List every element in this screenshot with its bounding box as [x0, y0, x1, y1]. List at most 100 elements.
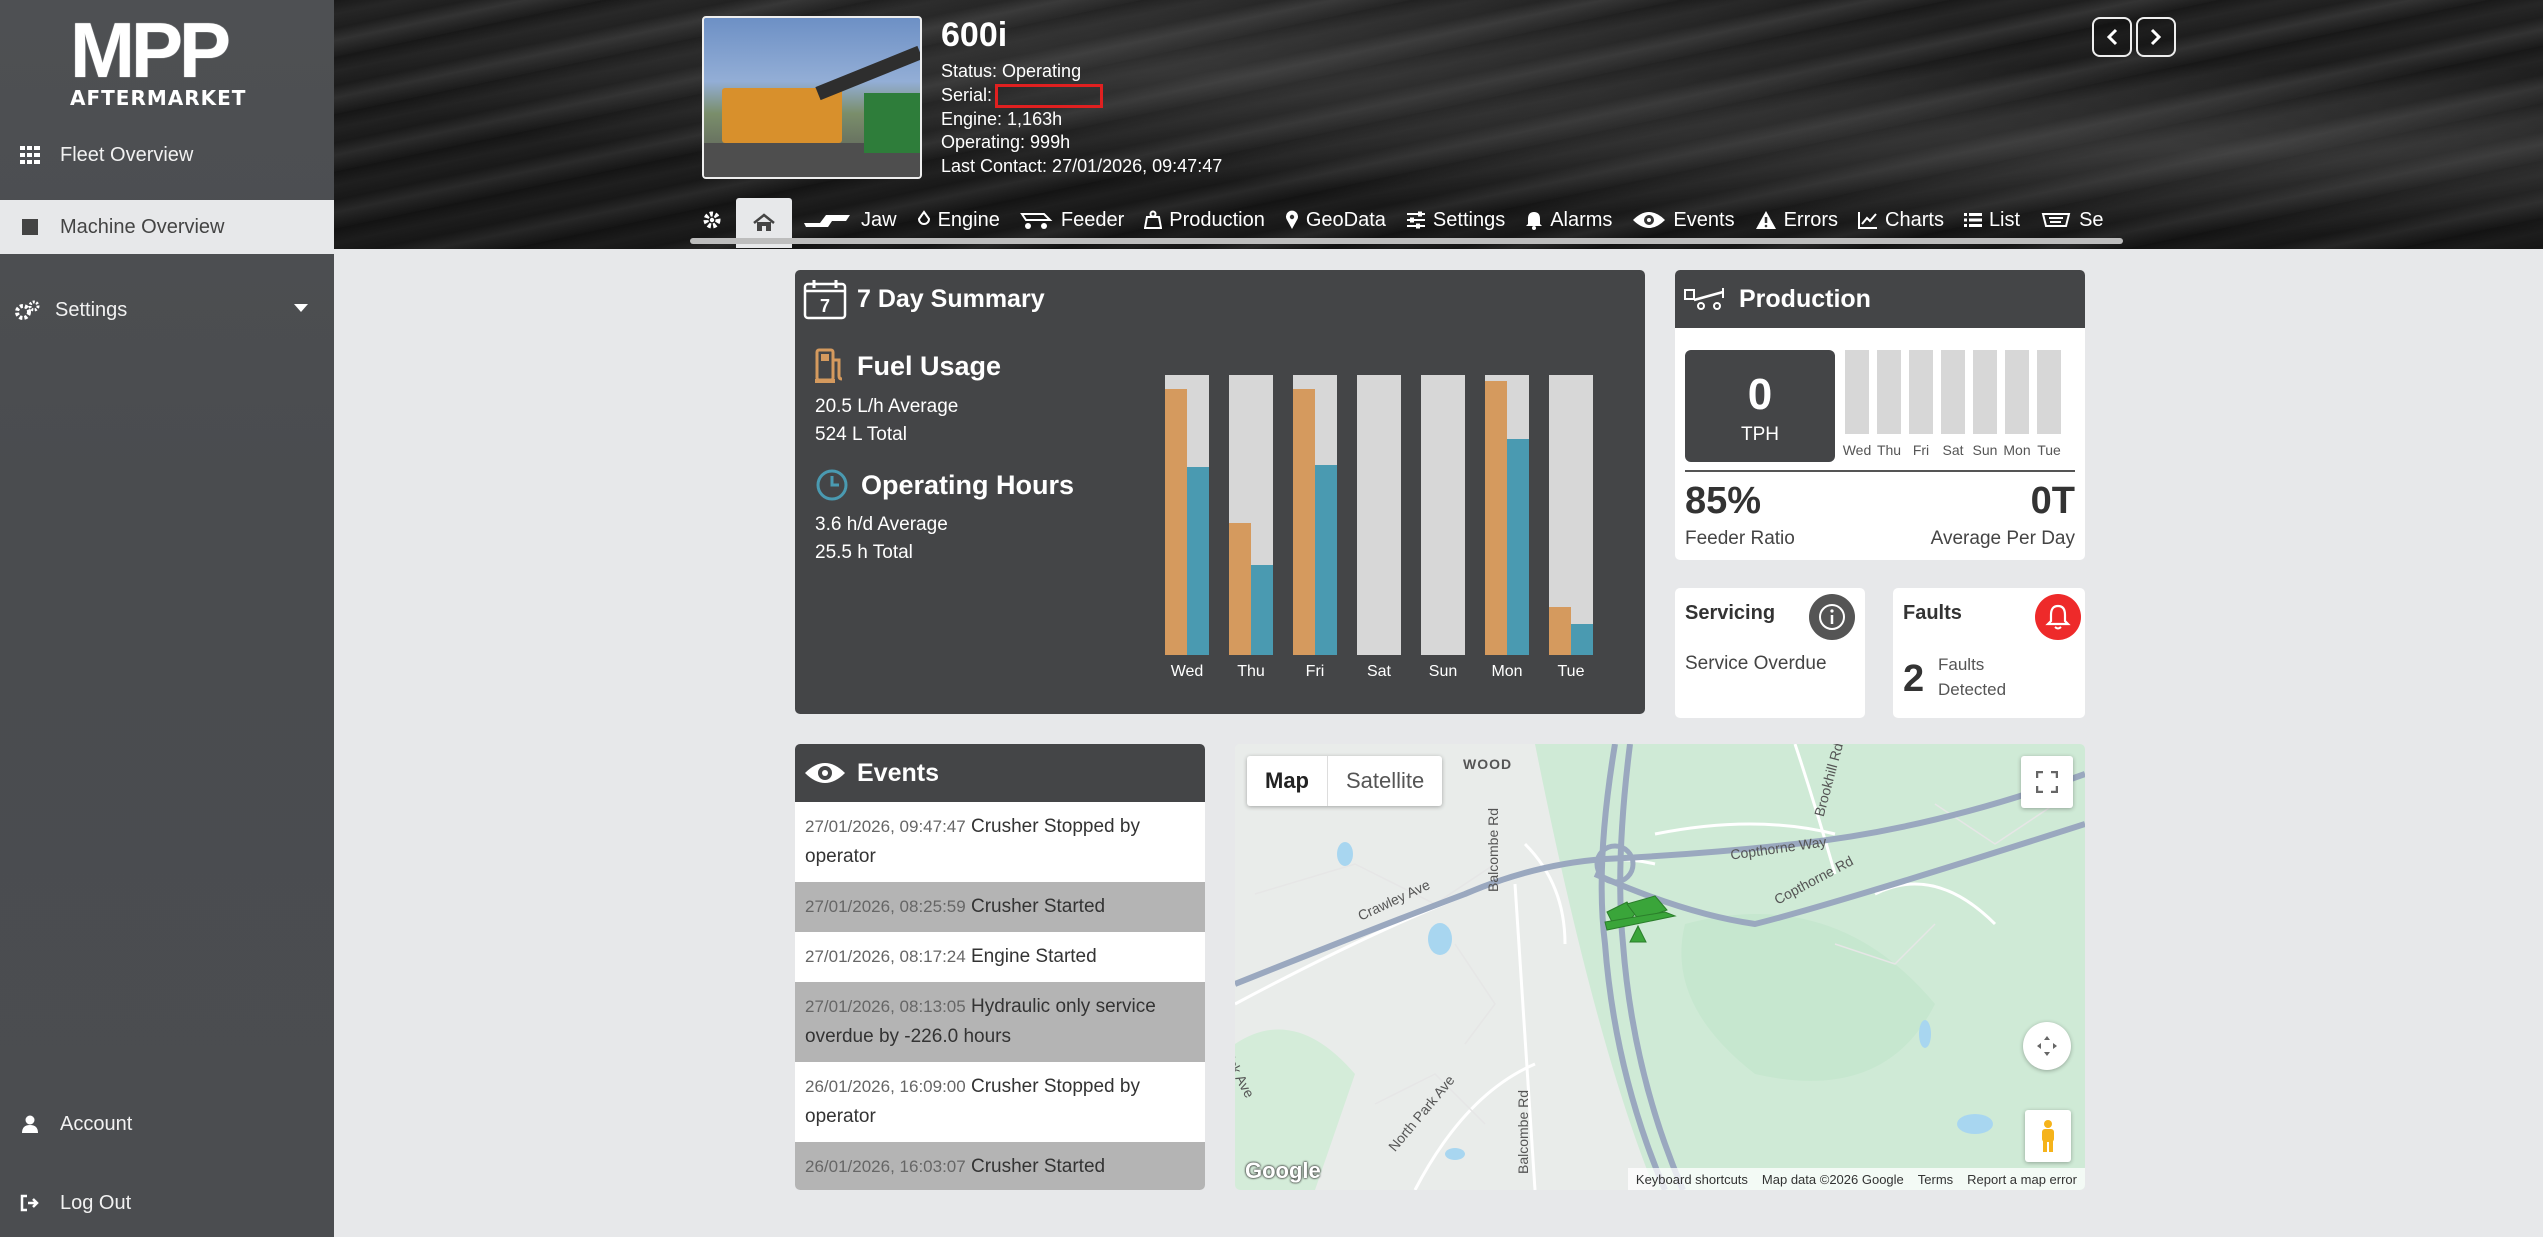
faults-count: 2	[1903, 658, 1925, 700]
machine-header: 600i Status: Operating Serial: Engine: 1…	[334, 0, 2543, 249]
tab-service[interactable]: Se	[2030, 198, 2113, 242]
fuel-bar	[1165, 389, 1187, 655]
production-day-label: Wed	[1842, 442, 1872, 458]
fullscreen-icon	[2036, 771, 2058, 793]
mpp-logo[interactable]: MPP AFTERMARKET	[70, 6, 260, 110]
map-view-button[interactable]: Map	[1247, 756, 1327, 806]
service-icon	[2041, 213, 2071, 227]
tab-engine[interactable]: Engine	[907, 198, 1010, 242]
map-camera-control[interactable]	[2023, 1022, 2071, 1070]
event-item[interactable]: 27/01/2026, 08:13:05 Hydraulic only serv…	[795, 982, 1205, 1062]
tab-settings[interactable]: Settings	[1396, 198, 1515, 242]
hours-bar	[1187, 467, 1209, 655]
report-map-error-link[interactable]: Report a map error	[1967, 1172, 2077, 1187]
event-item[interactable]: 26/01/2026, 16:09:00 Crusher Stopped by …	[795, 1062, 1205, 1142]
tab-events[interactable]: Events	[1622, 198, 1744, 242]
grid-icon	[0, 146, 60, 164]
machine-operating-hours: Operating: 999h	[941, 132, 1071, 153]
sign-out-icon	[0, 1194, 60, 1212]
hours-average: 3.6 h/d Average	[815, 514, 948, 535]
sidebar-item-label: Log Out	[60, 1191, 132, 1214]
hours-bar	[1507, 439, 1529, 655]
sidebar-item-machine-overview[interactable]: Machine Overview	[0, 200, 334, 254]
event-item[interactable]: 27/01/2026, 08:25:59 Crusher Started	[795, 882, 1205, 932]
fuel-bar	[1549, 607, 1571, 655]
machine-photo	[702, 16, 922, 179]
terms-link[interactable]: Terms	[1918, 1172, 1953, 1187]
fuel-usage-title: Fuel Usage	[857, 350, 1002, 381]
production-day-label: Sat	[1942, 442, 1964, 458]
keyboard-shortcuts-link[interactable]: Keyboard shortcuts	[1636, 1172, 1748, 1187]
machine-serial: Serial:	[941, 83, 1222, 108]
bell-icon	[1526, 212, 1543, 230]
tabs-scrollbar[interactable]	[690, 238, 2123, 244]
cogs-icon	[0, 300, 55, 320]
event-item[interactable]: 26/01/2026, 16:03:07 Crusher Started	[795, 1142, 1205, 1190]
map-attribution: Keyboard shortcuts Map data ©2026 Google…	[1627, 1168, 2085, 1190]
production-card: Production 0 TPH Wed Thu Fri Sat Sun Mon Tue 8…	[1675, 270, 2085, 560]
production-bar-wed	[1845, 350, 1869, 434]
tab-list[interactable]: List	[1954, 198, 2030, 242]
events-title: Events	[857, 758, 939, 787]
production-divider	[1685, 470, 2075, 472]
pegman-icon	[2042, 1120, 2054, 1152]
servicing-title: Servicing	[1685, 602, 1776, 624]
tab-machine-settings[interactable]	[688, 198, 736, 242]
servicing-status: Service Overdue	[1685, 653, 1827, 674]
tab-production[interactable]: Production	[1134, 198, 1275, 242]
feeder-ratio-value: 85%	[1685, 480, 1762, 522]
satellite-view-button[interactable]: Satellite	[1327, 756, 1442, 806]
google-logo: Google	[1245, 1158, 1321, 1183]
faults-title: Faults	[1903, 602, 1962, 624]
production-bar-mon	[2005, 350, 2029, 434]
street-view-pegman[interactable]	[2025, 1110, 2071, 1162]
tab-errors[interactable]: Errors	[1745, 198, 1848, 242]
sidebar-item-fleet-overview[interactable]: Fleet Overview	[0, 127, 334, 183]
logo-sub-text: AFTERMARKET	[70, 86, 247, 110]
previous-machine-button[interactable]	[2092, 17, 2132, 57]
production-day-label: Mon	[2003, 442, 2031, 458]
sliders-icon	[1406, 211, 1425, 229]
servicing-card[interactable]: Servicing Service Overdue	[1675, 588, 1865, 718]
warning-icon	[1755, 211, 1776, 229]
fullscreen-button[interactable]	[2021, 756, 2073, 808]
tab-label: Charts	[1885, 208, 1944, 231]
operating-hours-block: Operating Hours 3.6 h/d Average 25.5 h T…	[815, 468, 1074, 564]
production-bar-tue	[2037, 350, 2061, 434]
map-type-control: Map Satellite	[1247, 756, 1443, 806]
day-bar-fri	[1293, 375, 1337, 655]
location-map[interactable]: WOOD Copthorne Way Copthorne Rd Crawley …	[1235, 744, 2085, 1190]
tab-charts[interactable]: Charts	[1848, 198, 1954, 242]
sidebar-item-log-out[interactable]: Log Out	[0, 1175, 334, 1231]
tab-geodata[interactable]: GeoData	[1275, 198, 1396, 242]
chevron-left-icon	[2106, 28, 2118, 46]
day-bar-sun	[1421, 375, 1465, 655]
production-header: Production	[1675, 270, 2085, 328]
sidebar-item-label: Account	[60, 1112, 133, 1135]
tab-label: Errors	[1783, 208, 1839, 231]
tab-label: Settings	[1432, 208, 1506, 231]
next-machine-button[interactable]	[2136, 17, 2176, 57]
event-item[interactable]: 27/01/2026, 09:47:47 Crusher Stopped by …	[795, 802, 1205, 882]
tab-alarms[interactable]: Alarms	[1515, 198, 1622, 242]
gear-icon	[703, 211, 721, 229]
seven-day-summary-card: 7 7 Day Summary Fuel Usage 20.5 L/h Aver…	[795, 270, 1645, 714]
day-bar-mon	[1485, 375, 1529, 655]
sidebar-item-settings[interactable]: Settings	[0, 282, 334, 338]
line-chart-icon	[1858, 212, 1878, 229]
map-data-credit: Map data ©2026 Google	[1761, 1171, 1904, 1187]
tab-label: Feeder	[1060, 208, 1125, 231]
hours-total: 25.5 h Total	[815, 542, 913, 563]
tab-jaw[interactable]: Jaw	[792, 198, 907, 242]
machine-tabs: Jaw Engine Feeder Production GeoData Set…	[688, 198, 2114, 248]
production-bar-sat	[1941, 350, 1965, 434]
sidebar-item-account[interactable]: Account	[0, 1096, 334, 1152]
fuel-bar	[1229, 523, 1251, 655]
hours-bar	[1251, 565, 1273, 655]
tab-label: Jaw	[861, 208, 897, 231]
faults-card[interactable]: Faults 2 Faults Detected	[1893, 588, 2085, 718]
event-item[interactable]: 27/01/2026, 08:17:24 Engine Started	[795, 932, 1205, 982]
weight-icon	[1144, 210, 1163, 229]
logo-main-text: MPP	[70, 6, 231, 94]
tab-feeder[interactable]: Feeder	[1010, 198, 1134, 242]
